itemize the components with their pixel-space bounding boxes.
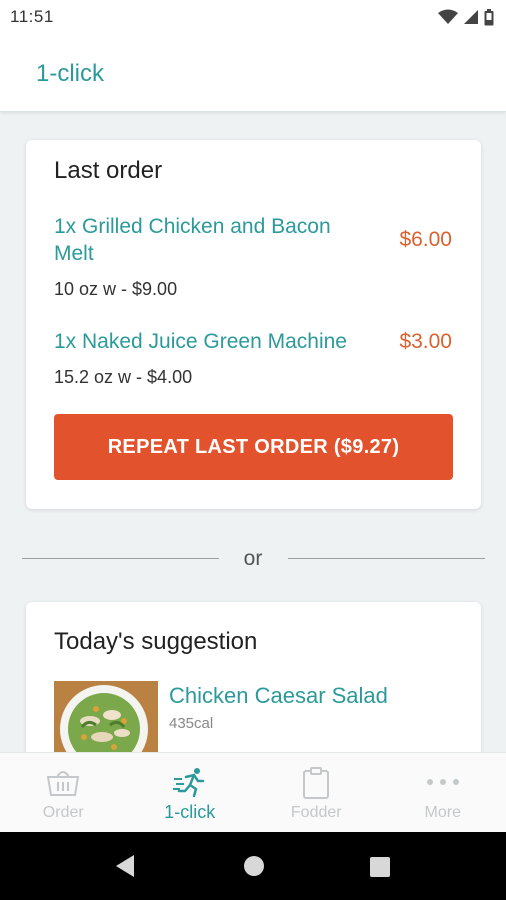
suggestion-title: Today's suggestion [54, 628, 258, 655]
running-person-icon [172, 768, 204, 797]
order-item-name[interactable]: 1x Naked Juice Green Machine [54, 328, 384, 355]
order-item-desc: 15.2 oz w - $4.00 [54, 367, 193, 387]
tab-1-click[interactable]: 1-click [127, 753, 254, 832]
tab-more[interactable]: More [380, 753, 506, 832]
order-item-desc: 10 oz w - $9.00 [54, 279, 178, 299]
more-dots-icon [426, 779, 459, 785]
app-header: 1-click [0, 34, 506, 112]
status-bar: 11:51 [0, 0, 506, 34]
recents-icon[interactable] [369, 856, 391, 878]
tab-label: 1-click [164, 802, 216, 822]
signal-icon [464, 10, 478, 24]
separator-line-right [288, 558, 485, 559]
status-time: 11:51 [10, 7, 54, 26]
order-item-price: $3.00 [399, 330, 452, 353]
tab-label: More [424, 804, 461, 821]
suggestion-calories: 435cal [169, 715, 214, 732]
bottom-tab-bar: Order 1-click Fodder More [0, 752, 506, 832]
tab-label: Fodder [290, 804, 342, 821]
salad-thumbnail[interactable] [54, 681, 158, 761]
or-text: or [243, 547, 263, 570]
order-item-price: $6.00 [399, 228, 452, 251]
last-order-title: Last order [54, 157, 163, 184]
last-order-card: Last order 1x Grilled Chicken and Bacon … [26, 140, 481, 509]
repeat-last-order-button[interactable]: REPEAT LAST ORDER ($9.27) [54, 414, 453, 480]
order-item-name[interactable]: 1x Grilled Chicken and Bacon Melt [54, 213, 364, 267]
system-nav-bar [0, 832, 506, 900]
wifi-icon [438, 9, 458, 24]
suggestion-item-name[interactable]: Chicken Caesar Salad [169, 683, 388, 709]
tab-label: Order [42, 804, 84, 821]
back-icon[interactable] [114, 854, 136, 878]
tab-fodder[interactable]: Fodder [253, 753, 380, 832]
page-title: 1-click [36, 60, 105, 87]
home-icon[interactable] [242, 854, 266, 878]
status-icons [438, 8, 494, 26]
tab-order[interactable]: Order [0, 753, 127, 832]
clipboard-icon [303, 767, 330, 799]
or-separator: or [0, 545, 506, 575]
basket-icon [47, 771, 80, 796]
battery-icon [484, 8, 494, 25]
